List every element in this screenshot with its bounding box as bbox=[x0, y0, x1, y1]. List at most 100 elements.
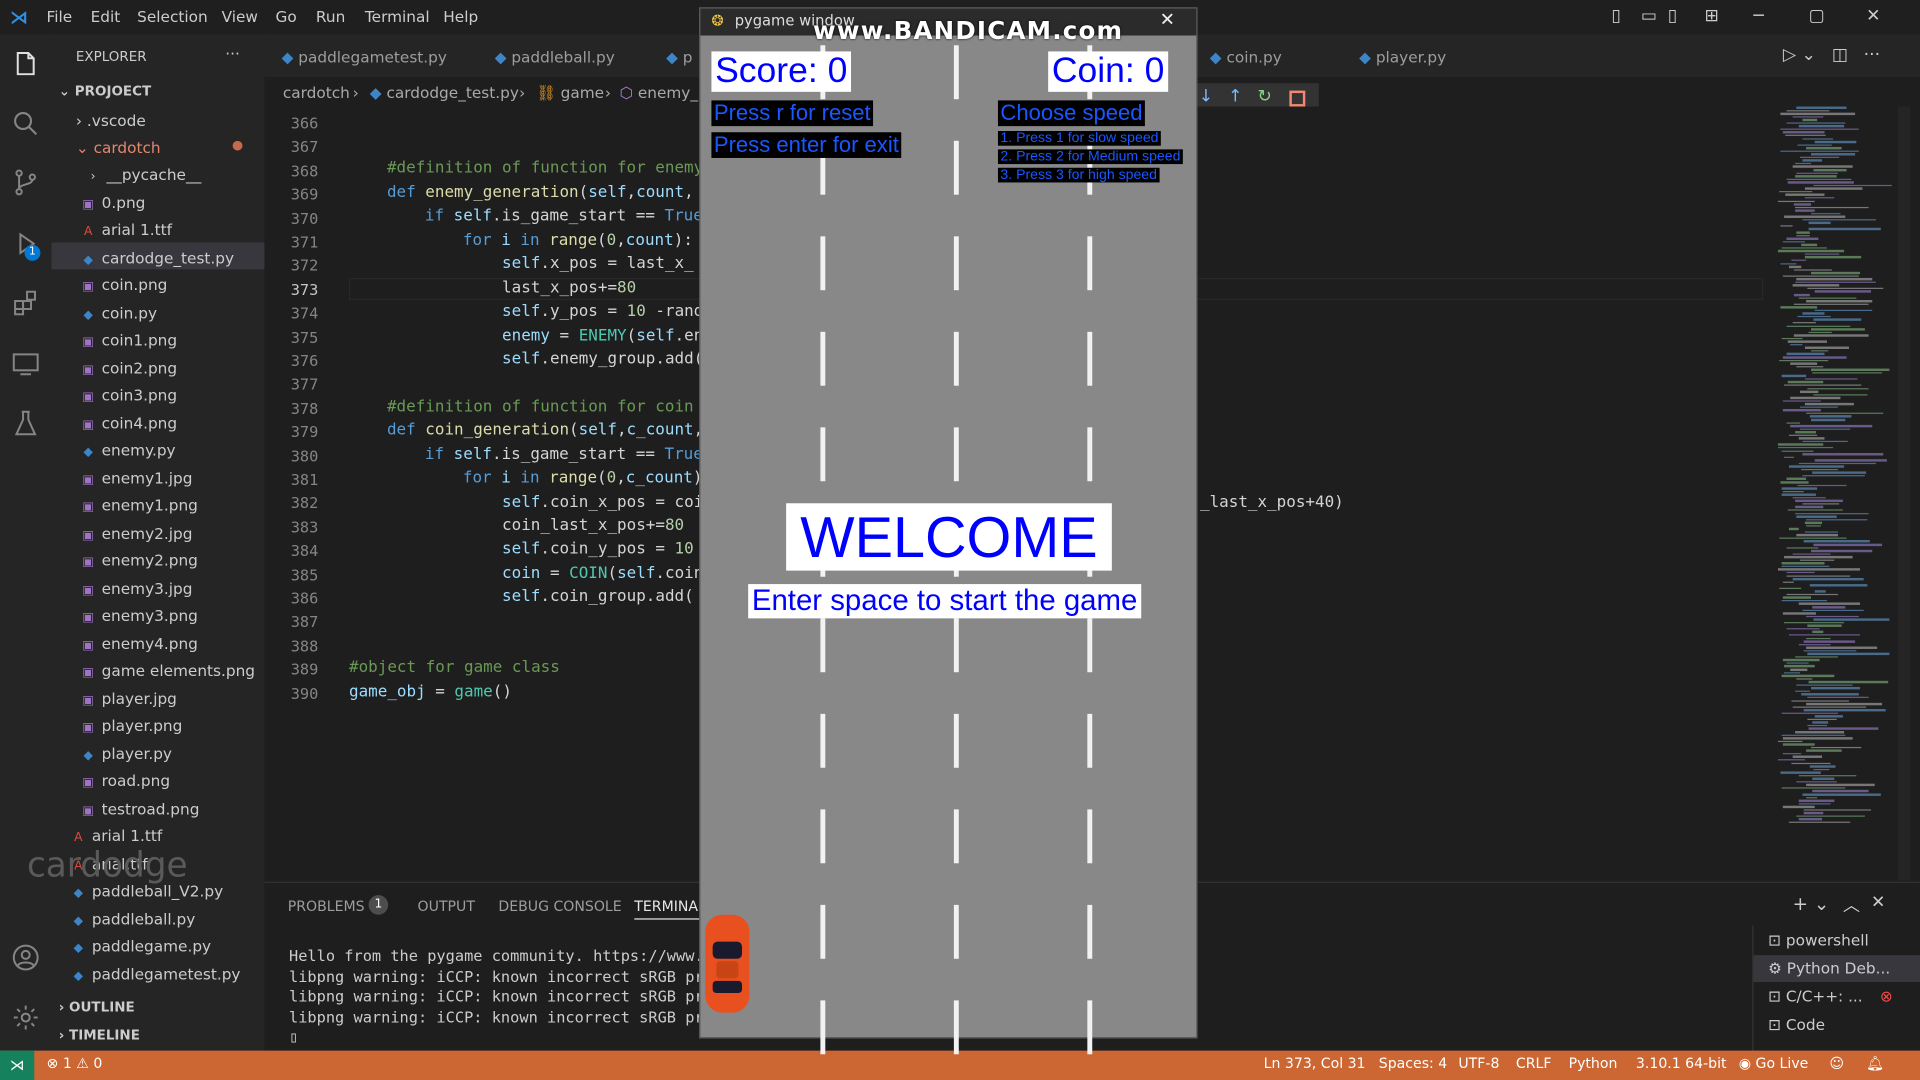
restart-icon[interactable]: ↻ bbox=[1258, 87, 1272, 107]
file-item[interactable]: ▣ road.png bbox=[81, 771, 170, 789]
more-actions-icon[interactable]: ··· bbox=[225, 44, 240, 62]
menu-run[interactable]: Run bbox=[316, 7, 345, 25]
remote-explorer-icon[interactable] bbox=[10, 348, 42, 380]
file-item[interactable]: ▣ coin4.png bbox=[81, 413, 177, 431]
menu-edit[interactable]: Edit bbox=[91, 7, 121, 25]
tab-problems[interactable]: PROBLEMS bbox=[288, 898, 365, 915]
remote-indicator-icon[interactable]: ⋊ bbox=[0, 1050, 35, 1080]
file-item[interactable]: ▣ player.jpg bbox=[81, 689, 177, 707]
file-item[interactable]: ◆ enemy.py bbox=[81, 441, 175, 459]
pygame-window[interactable]: ❂ pygame window ✕ www.BANDICAM.com Score… bbox=[699, 7, 1198, 1055]
file-item[interactable]: ▣ 0.png bbox=[81, 193, 145, 211]
tab-terminal[interactable]: TERMINAL bbox=[634, 898, 706, 920]
tab-player[interactable]: ◆ player.py bbox=[1359, 34, 1446, 77]
source-control-icon[interactable] bbox=[10, 167, 42, 199]
folder-vscode[interactable]: › .vscode bbox=[76, 111, 146, 129]
tab-paddlegametest[interactable]: ◆ paddlegametest.py bbox=[282, 34, 447, 77]
pygame-close-icon[interactable]: ✕ bbox=[1160, 9, 1175, 31]
menu-selection[interactable]: Selection bbox=[137, 7, 208, 25]
file-item[interactable]: ▣ enemy1.png bbox=[81, 496, 198, 514]
file-item[interactable]: ◆ paddlegame.py bbox=[71, 937, 211, 955]
terminal-item-cpp[interactable]: ⊡ C/C++: ... ⊗ bbox=[1768, 987, 1892, 1005]
file-item[interactable]: ▣ enemy2.png bbox=[81, 551, 198, 569]
file-item[interactable]: ▣ game elements.png bbox=[81, 661, 255, 679]
file-item[interactable]: ▣ coin.png bbox=[81, 276, 167, 294]
file-item[interactable]: › __pycache__ bbox=[86, 165, 202, 183]
search-icon[interactable] bbox=[10, 108, 42, 140]
account-icon[interactable] bbox=[10, 942, 42, 974]
language-mode[interactable]: Python bbox=[1569, 1054, 1618, 1071]
outline-section[interactable]: › OUTLINE bbox=[59, 999, 135, 1015]
tab-paddleball[interactable]: ◆ paddleball.py bbox=[495, 34, 615, 77]
editor-scrollbar[interactable] bbox=[1897, 106, 1911, 881]
interpreter[interactable]: 3.10.1 64-bit bbox=[1636, 1054, 1727, 1071]
errors-status[interactable]: ⊗ 1 ⚠ 0 bbox=[47, 1054, 103, 1071]
file-item[interactable]: Aarial 1.ttf bbox=[71, 827, 162, 845]
file-item[interactable]: ▣ enemy2.jpg bbox=[81, 523, 192, 541]
menu-help[interactable]: Help bbox=[443, 7, 478, 25]
tab-debug-console[interactable]: DEBUG CONSOLE bbox=[498, 898, 621, 915]
encoding[interactable]: UTF-8 bbox=[1458, 1054, 1499, 1071]
terminal-item-powershell[interactable]: ⊡ powershell bbox=[1768, 931, 1869, 949]
file-item[interactable]: ▣ enemy3.png bbox=[81, 606, 198, 624]
close-panel-icon[interactable]: ✕ bbox=[1871, 893, 1885, 913]
toggle-panel-icon[interactable]: ▭ bbox=[1641, 6, 1657, 26]
terminal-item-python-debug[interactable]: ⚙ Python Deb... bbox=[1768, 959, 1890, 977]
toggle-secondary-icon[interactable]: ▯ bbox=[1668, 6, 1677, 26]
file-item[interactable]: ▣ player.png bbox=[81, 716, 182, 734]
tab-coin[interactable]: ◆ coin.py bbox=[1210, 34, 1282, 77]
menu-file[interactable]: File bbox=[47, 7, 73, 25]
menu-go[interactable]: Go bbox=[276, 7, 297, 25]
menu-view[interactable]: View bbox=[222, 7, 258, 25]
project-folder[interactable]: ⌄ PROJOECT bbox=[59, 83, 151, 99]
menu-terminal[interactable]: Terminal bbox=[365, 7, 430, 25]
tab-output[interactable]: OUTPUT bbox=[418, 898, 475, 915]
cursor-position[interactable]: Ln 373, Col 31 bbox=[1264, 1054, 1366, 1071]
breadcrumb-member[interactable]: ⬡ enemy_ bbox=[620, 83, 698, 101]
file-item[interactable]: ◆ paddleball.py bbox=[71, 909, 196, 927]
testing-icon[interactable] bbox=[10, 408, 42, 440]
more-actions-icon[interactable]: ··· bbox=[1864, 45, 1880, 65]
file-item[interactable]: ◆ paddlegametest.py bbox=[71, 964, 241, 982]
go-live[interactable]: ◉ Go Live bbox=[1739, 1054, 1809, 1071]
notifications-bell-icon[interactable]: 🔔︎ bbox=[1866, 1054, 1884, 1071]
timeline-section[interactable]: › TIMELINE bbox=[59, 1027, 140, 1043]
step-into-icon[interactable]: ↓ bbox=[1199, 87, 1213, 107]
run-debug-icon[interactable]: 1 bbox=[10, 228, 42, 261]
maximize-icon[interactable]: ▢ bbox=[1809, 6, 1825, 26]
file-item[interactable]: ▣ coin1.png bbox=[81, 331, 177, 349]
stop-icon[interactable] bbox=[1289, 90, 1306, 107]
file-item[interactable]: ▣ enemy4.png bbox=[81, 634, 198, 652]
customize-layout-icon[interactable]: ⊞ bbox=[1704, 6, 1718, 26]
tab-partial[interactable]: ◆ p bbox=[666, 34, 692, 77]
close-icon[interactable]: ✕ bbox=[1866, 6, 1880, 26]
explorer-icon[interactable] bbox=[10, 49, 42, 81]
breadcrumb-folder[interactable]: cardotch bbox=[283, 83, 350, 101]
indentation[interactable]: Spaces: 4 bbox=[1379, 1054, 1447, 1071]
split-editor-icon[interactable]: ◫ bbox=[1832, 45, 1848, 65]
manage-gear-icon[interactable] bbox=[10, 1002, 42, 1034]
toggle-sidebar-icon[interactable]: ▯ bbox=[1611, 6, 1620, 26]
new-terminal-icon[interactable]: + ⌄ bbox=[1793, 893, 1830, 915]
minimize-icon[interactable]: ─ bbox=[1753, 6, 1763, 26]
line-ending[interactable]: CRLF bbox=[1516, 1054, 1552, 1071]
file-item[interactable]: ▣ testroad.png bbox=[81, 799, 199, 817]
file-item[interactable]: ▣ coin3.png bbox=[81, 386, 177, 404]
extensions-icon[interactable] bbox=[10, 288, 42, 320]
file-item[interactable]: ▣ coin2.png bbox=[81, 358, 177, 376]
step-out-icon[interactable]: ↑ bbox=[1228, 87, 1242, 107]
file-item[interactable]: ◆ coin.py bbox=[81, 303, 157, 321]
file-item[interactable]: ◆ player.py bbox=[81, 744, 172, 762]
file-item[interactable]: Aarial 1.ttf bbox=[81, 220, 172, 238]
run-file-icon[interactable]: ▷ ⌄ bbox=[1783, 45, 1816, 65]
file-item[interactable]: ◆ cardodge_test.py bbox=[81, 248, 234, 266]
terminal-item-code[interactable]: ⊡ Code bbox=[1768, 1015, 1825, 1033]
file-item[interactable]: ▣ enemy1.jpg bbox=[81, 468, 192, 486]
breadcrumb-class[interactable]: ⛓ game bbox=[536, 83, 604, 103]
file-item[interactable]: ▣ enemy3.jpg bbox=[81, 579, 192, 597]
minimap[interactable] bbox=[1773, 106, 1895, 842]
folder-cardotch[interactable]: ⌄ cardotch bbox=[76, 138, 161, 156]
feedback-icon[interactable]: ☺ bbox=[1829, 1054, 1844, 1071]
terminal-output[interactable]: Hello from the pygame community. https:/… bbox=[289, 947, 713, 1048]
maximize-panel-icon[interactable]: ︿ bbox=[1843, 893, 1860, 917]
